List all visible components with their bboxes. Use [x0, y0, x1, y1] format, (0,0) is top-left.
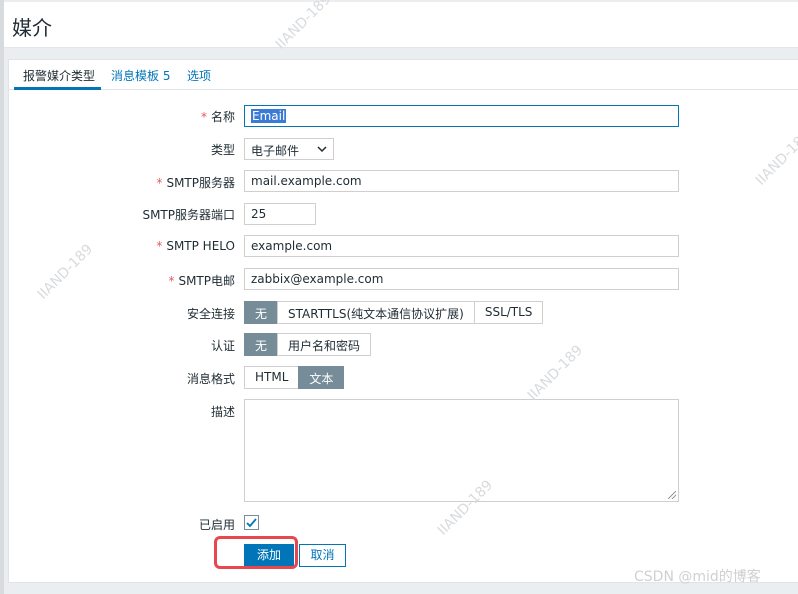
auth-toggle-group: 无 用户名和密码 [244, 333, 372, 356]
security-option-starttls[interactable]: STARTTLS(纯文本通信协议扩展) [277, 301, 475, 324]
format-option-html[interactable]: HTML [244, 366, 300, 389]
auth-option-user-password[interactable]: 用户名和密码 [277, 333, 372, 356]
highlight-annotation [214, 536, 298, 569]
name-value: Email [251, 109, 287, 123]
tab-options[interactable]: 选项 [187, 67, 211, 84]
smtp-port-label: SMTP服务器端口 [142, 208, 235, 222]
security-label: 安全连接 [186, 307, 235, 321]
cancel-button[interactable]: 取消 [299, 544, 346, 567]
format-option-text[interactable]: 文本 [298, 366, 345, 389]
resize-handle-icon[interactable] [668, 491, 676, 499]
form-panel: 报警媒介类型 消息模板 5 选项 * 名称 Email 类型 电子邮件 * SMTP… [8, 59, 798, 583]
page-title: 媒介 [12, 16, 52, 40]
smtp-helo-field[interactable]: example.com [244, 235, 679, 257]
security-toggle-group: 无 STARTTLS(纯文本通信协议扩展) SSL/TLS [244, 301, 544, 324]
required-marker: * [168, 274, 175, 288]
checkmark-icon [246, 518, 257, 528]
format-toggle-group: HTML 文本 [244, 366, 345, 389]
auth-option-none[interactable]: 无 [244, 333, 279, 356]
type-select[interactable]: 电子邮件 [244, 138, 334, 160]
required-marker: * [156, 176, 163, 190]
enabled-label: 已启用 [198, 518, 235, 532]
smtp-helo-label: * SMTP HELO [156, 239, 235, 253]
auth-label: 认证 [210, 339, 235, 353]
security-option-none[interactable]: 无 [244, 301, 279, 324]
required-marker: * [200, 110, 207, 124]
window-edge [0, 0, 4, 594]
description-textarea[interactable] [244, 399, 679, 502]
name-label: * 名称 [200, 110, 235, 124]
smtp-email-label: * SMTP电邮 [168, 274, 235, 288]
name-field[interactable]: Email [244, 105, 679, 127]
active-tab-indicator [14, 87, 101, 90]
smtp-email-field[interactable]: zabbix@example.com [244, 268, 679, 290]
tab-media-type[interactable]: 报警媒介类型 [23, 67, 95, 84]
csdn-credit: CSDN @mid的博客 [634, 569, 761, 585]
enabled-checkbox[interactable] [244, 515, 259, 530]
chevron-down-icon [317, 141, 327, 160]
smtp-port-field[interactable]: 25 [244, 203, 316, 225]
tab-message-templates[interactable]: 消息模板 5 [111, 67, 170, 84]
type-label: 类型 [210, 143, 235, 157]
format-label: 消息格式 [186, 372, 235, 386]
required-marker: * [156, 239, 163, 253]
tab-bar: 报警媒介类型 消息模板 5 选项 [9, 60, 798, 90]
smtp-server-field[interactable]: mail.example.com [244, 170, 679, 192]
page-header: 媒介 [4, 2, 798, 48]
smtp-server-label: * SMTP服务器 [156, 176, 235, 190]
description-label: 描述 [210, 405, 235, 419]
type-selected-value: 电子邮件 [251, 144, 300, 158]
security-option-ssl-tls[interactable]: SSL/TLS [473, 301, 544, 324]
